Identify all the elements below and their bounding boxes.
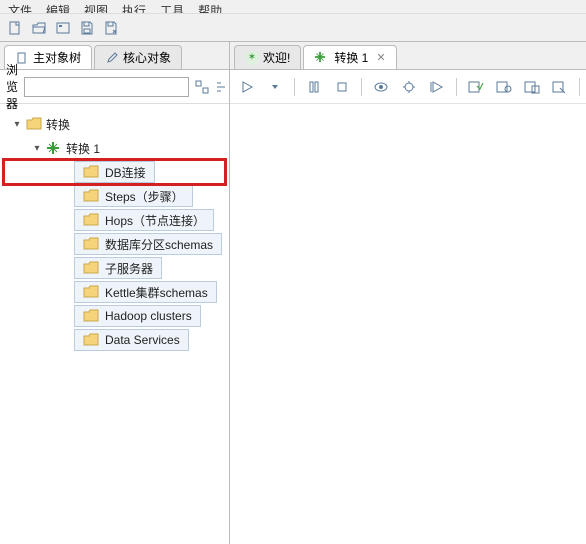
sidebar-tabs: 主对象树 核心对象 <box>0 42 229 70</box>
save-icon[interactable] <box>78 19 96 37</box>
replay-icon[interactable] <box>428 78 446 96</box>
tree-label: Data Services <box>105 333 180 347</box>
new-file-icon[interactable] <box>6 19 24 37</box>
tree-item-db-connection[interactable]: DB连接 <box>4 160 225 184</box>
tree-label: 子服务器 <box>105 260 153 277</box>
tree-item-subserver[interactable]: 子服务器 <box>4 256 225 280</box>
content-toolbar: 100% <box>230 70 586 104</box>
verify-icon[interactable] <box>467 78 485 96</box>
collapse-all-icon[interactable] <box>215 79 229 95</box>
expand-all-icon[interactable] <box>195 79 209 95</box>
object-tree: ▾ 转换 ▾ 转换 1 DB连接 Steps（步骤） <box>0 104 229 544</box>
tab-transform-1[interactable]: 转换 1 ✕ <box>303 45 396 69</box>
tree-item-hops[interactable]: Hops（节点连接） <box>4 208 225 232</box>
save-as-icon[interactable] <box>102 19 120 37</box>
separator <box>294 78 295 96</box>
tree-item-db-schemas[interactable]: 数据库分区schemas <box>4 232 225 256</box>
menu-help[interactable]: 帮助 <box>198 2 222 11</box>
folder-icon <box>83 333 99 347</box>
folder-icon <box>83 285 99 299</box>
tree-item-kettle-schemas[interactable]: Kettle集群schemas <box>4 280 225 304</box>
run-dropdown-icon[interactable] <box>266 78 284 96</box>
tab-label: 核心对象 <box>123 49 171 66</box>
folder-icon <box>83 309 99 323</box>
tree-label: DB连接 <box>105 164 146 181</box>
tree-label: 数据库分区schemas <box>105 236 213 253</box>
tab-label: 主对象树 <box>33 49 81 66</box>
tree-root-transforms[interactable]: ▾ 转换 <box>4 112 225 136</box>
pause-icon[interactable] <box>305 78 323 96</box>
debug-icon[interactable] <box>400 78 418 96</box>
separator <box>579 78 580 96</box>
preview-icon[interactable] <box>372 78 390 96</box>
tree-item-steps[interactable]: Steps（步骤） <box>4 184 225 208</box>
folder-icon <box>83 213 99 227</box>
collapse-icon[interactable]: ▾ <box>32 143 42 153</box>
open-file-icon[interactable] <box>30 19 48 37</box>
run-icon[interactable] <box>238 78 256 96</box>
transformation-canvas[interactable] <box>230 104 586 544</box>
menubar: 文件 编辑 视图 执行 工具 帮助 <box>0 0 586 14</box>
tree-label: Steps（步骤） <box>105 188 184 205</box>
collapse-icon[interactable]: ▾ <box>12 119 22 129</box>
search-input[interactable] <box>24 77 189 97</box>
explore-icon[interactable] <box>54 19 72 37</box>
tab-label: 转换 1 <box>334 49 368 66</box>
tree-label: Hops（节点连接） <box>105 212 205 229</box>
tree-label: 转换 1 <box>66 140 100 157</box>
top-toolbar <box>0 14 586 42</box>
explore-db-icon[interactable] <box>551 78 569 96</box>
tab-label: 欢迎! <box>263 49 290 66</box>
menu-tools[interactable]: 工具 <box>160 2 184 11</box>
close-icon[interactable]: ✕ <box>376 51 385 64</box>
stop-icon[interactable] <box>333 78 351 96</box>
separator <box>361 78 362 96</box>
content-tabs: ✶ 欢迎! 转换 1 ✕ <box>230 42 586 70</box>
folder-icon <box>83 189 99 203</box>
impact-icon[interactable] <box>495 78 513 96</box>
content-area: ✶ 欢迎! 转换 1 ✕ 100% <box>230 42 586 544</box>
folder-icon <box>83 165 99 179</box>
menu-edit[interactable]: 编辑 <box>46 2 70 11</box>
tab-core-objects[interactable]: 核心对象 <box>94 45 182 69</box>
welcome-icon: ✶ <box>245 51 259 65</box>
menu-run[interactable]: 执行 <box>122 2 146 11</box>
tree-item-data-services[interactable]: Data Services <box>4 328 225 352</box>
sidebar: 主对象树 核心对象 浏览器 ▾ 转换 ▾ 转换 1 <box>0 42 230 544</box>
folder-icon <box>83 237 99 251</box>
transformation-icon <box>314 51 330 65</box>
folder-icon <box>83 261 99 275</box>
tree-label: Hadoop clusters <box>105 309 192 323</box>
tab-welcome[interactable]: ✶ 欢迎! <box>234 45 301 69</box>
menu-file[interactable]: 文件 <box>8 2 32 11</box>
sql-icon[interactable] <box>523 78 541 96</box>
browser-bar: 浏览器 <box>0 70 229 104</box>
separator <box>456 78 457 96</box>
folder-icon <box>26 117 42 131</box>
tree-item-hadoop[interactable]: Hadoop clusters <box>4 304 225 328</box>
pencil-icon <box>105 51 119 65</box>
menu-view[interactable]: 视图 <box>84 2 108 11</box>
tree-label: 转换 <box>46 116 70 133</box>
transformation-icon <box>46 141 62 155</box>
tree-label: Kettle集群schemas <box>105 284 208 301</box>
tree-transform-1[interactable]: ▾ 转换 1 <box>4 136 225 160</box>
